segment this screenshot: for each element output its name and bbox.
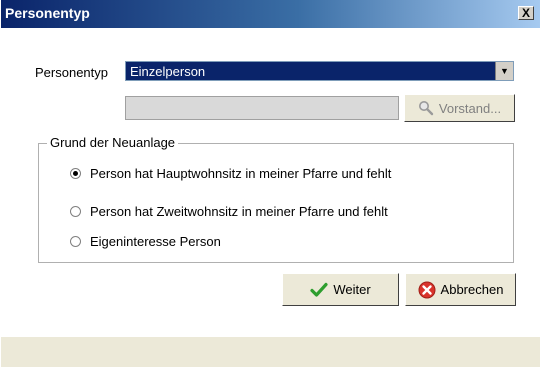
reason-option-label: Eigeninteresse Person (90, 234, 221, 249)
close-button[interactable]: X (518, 6, 534, 20)
vorstand-field (125, 96, 399, 120)
personentyp-select[interactable]: Einzelperson ▼ (125, 61, 514, 81)
vorstand-button-label: Vorstand... (438, 100, 502, 116)
status-bar (1, 337, 540, 367)
dropdown-arrow-icon[interactable]: ▼ (495, 62, 513, 80)
reason-option-eigeninteresse[interactable]: Eigeninteresse Person (70, 234, 221, 249)
personentyp-selected-value: Einzelperson (130, 64, 206, 79)
reason-option-hauptwohnsitz[interactable]: Person hat Hauptwohnsitz in meiner Pfarr… (70, 166, 391, 181)
cancel-icon (418, 281, 436, 298)
title-bar[interactable]: Personentyp X (1, 0, 540, 28)
radio-button[interactable] (70, 206, 81, 217)
reason-option-label: Person hat Zweitwohnsitz in meiner Pfarr… (90, 204, 388, 219)
personentyp-label: Personentyp (35, 65, 108, 80)
reason-group-legend: Grund der Neuanlage (47, 135, 179, 150)
abbrechen-button[interactable]: Abbrechen (405, 273, 516, 306)
dialog-window: Personentyp X Personentyp Einzelperson ▼… (0, 0, 540, 367)
reason-option-zweitwohnsitz[interactable]: Person hat Zweitwohnsitz in meiner Pfarr… (70, 204, 388, 219)
radio-selected-dot (73, 171, 78, 176)
vorstand-button[interactable]: Vorstand... (404, 94, 515, 122)
abbrechen-button-label: Abbrechen (440, 282, 504, 297)
window-title: Personentyp (5, 5, 90, 21)
weiter-button[interactable]: Weiter (282, 273, 399, 306)
checkmark-icon (310, 282, 328, 297)
weiter-button-label: Weiter (333, 282, 371, 297)
close-icon: X (521, 6, 530, 20)
radio-button[interactable] (70, 236, 81, 247)
reason-option-label: Person hat Hauptwohnsitz in meiner Pfarr… (90, 166, 392, 181)
magnifier-icon (418, 101, 434, 116)
radio-button[interactable] (70, 168, 81, 179)
